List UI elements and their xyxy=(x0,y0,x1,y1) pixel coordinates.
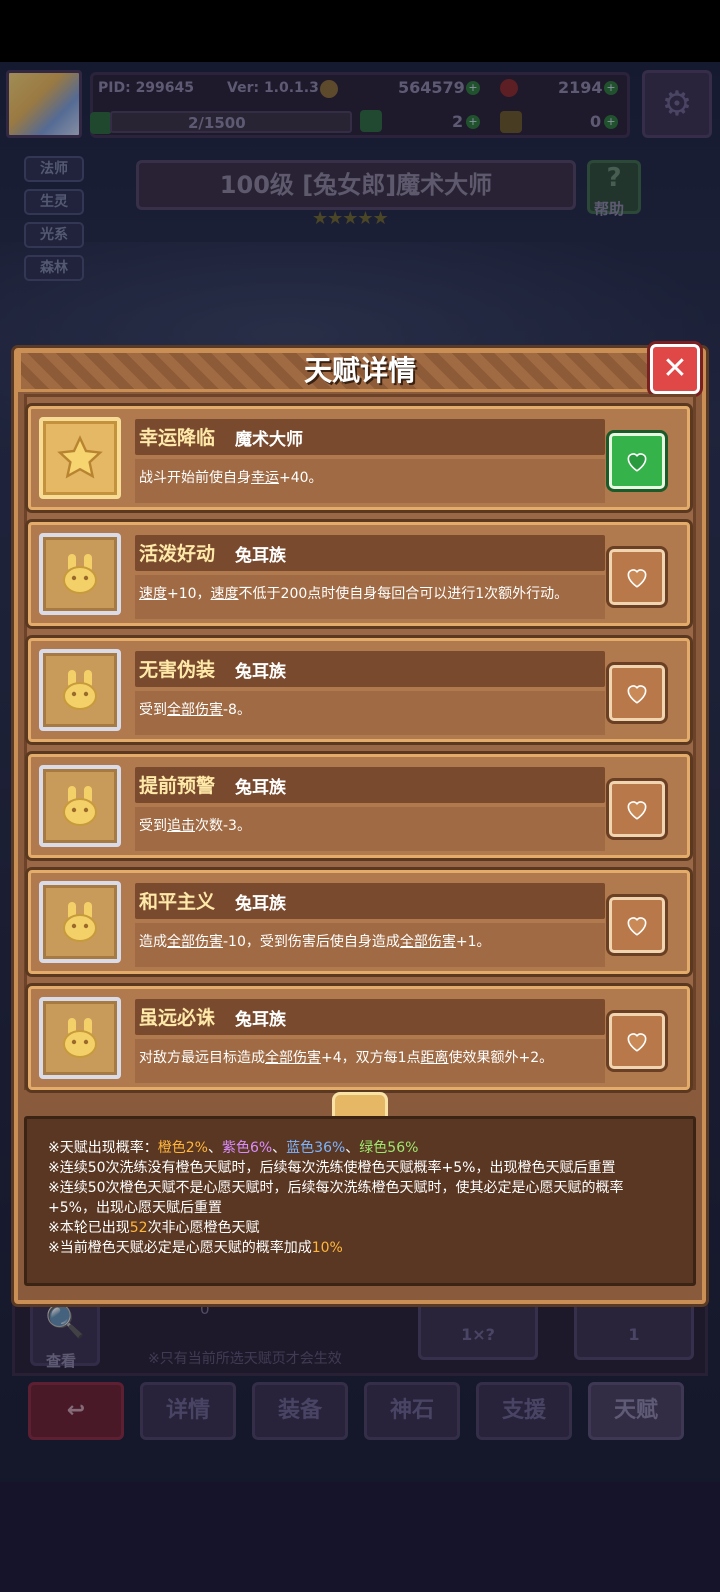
wish-heart-button[interactable] xyxy=(609,665,665,721)
heart-icon xyxy=(624,680,650,706)
wish-heart-button[interactable] xyxy=(609,1013,665,1069)
rabbit-icon xyxy=(39,649,121,731)
talent-description: 受到全部伤害-8。 xyxy=(139,702,251,718)
talent-card[interactable]: 提前预警 兔耳族受到追击次数-3。 xyxy=(28,754,690,858)
talent-name: 和平主义 xyxy=(139,891,216,913)
close-button[interactable]: ✕ xyxy=(650,344,700,394)
talent-card[interactable]: 无害伪装 兔耳族受到全部伤害-8。 xyxy=(28,638,690,742)
talent-card[interactable]: 活泼好动 兔耳族速度+10，速度不低于200点时使自身每回合可以进行1次额外行动。 xyxy=(28,522,690,626)
talent-name: 幸运降临 xyxy=(139,427,216,449)
talent-name: 活泼好动 xyxy=(139,543,216,565)
info-line-wish-bonus: ※当前橙色天赋必定是心愿天赋的概率加成10% xyxy=(48,1240,343,1256)
talent-source: 兔耳族 xyxy=(235,1010,286,1030)
talent-card[interactable]: 和平主义 兔耳族造成全部伤害-10，受到伤害后使自身造成全部伤害+1。 xyxy=(28,870,690,974)
heart-icon xyxy=(624,564,650,590)
wish-heart-button[interactable] xyxy=(609,433,665,489)
talent-source: 兔耳族 xyxy=(235,778,286,798)
talent-name: 虽远必诛 xyxy=(139,1007,216,1029)
close-icon: ✕ xyxy=(662,351,688,386)
rabbit-icon xyxy=(39,881,121,963)
info-line-probability: ※天赋出现概率：橙色2%、紫色6%、蓝色36%、绿色56% xyxy=(48,1140,419,1156)
talent-source: 兔耳族 xyxy=(235,662,286,682)
info-line-wish-pity: ※连续50次橙色天赋不是心愿天赋时，后续每次洗练橙色天赋时，使其必定是心愿天赋的… xyxy=(48,1180,624,1196)
rabbit-icon xyxy=(39,765,121,847)
star-icon xyxy=(39,417,121,499)
heart-icon xyxy=(624,448,650,474)
rabbit-icon xyxy=(39,997,121,1079)
heart-icon xyxy=(624,796,650,822)
talent-card[interactable]: 幸运降临 魔术大师战斗开始前使自身幸运+40。 xyxy=(28,406,690,510)
talent-source: 魔术大师 xyxy=(235,430,303,450)
talent-description: 造成全部伤害-10，受到伤害后使自身造成全部伤害+1。 xyxy=(139,934,491,950)
talent-name: 提前预警 xyxy=(139,775,216,797)
talent-source: 兔耳族 xyxy=(235,546,286,566)
talent-description: 对敌方最远目标造成全部伤害+4，双方每1点距离使效果额外+2。 xyxy=(139,1050,554,1066)
wish-heart-button[interactable] xyxy=(609,897,665,953)
talent-description: 速度+10，速度不低于200点时使自身每回合可以进行1次额外行动。 xyxy=(139,586,569,602)
talent-name: 无害伪装 xyxy=(139,659,216,681)
wish-heart-button[interactable] xyxy=(609,781,665,837)
heart-icon xyxy=(624,1028,650,1054)
wish-heart-button[interactable] xyxy=(609,549,665,605)
info-line-round-count: ※本轮已出现52次非心愿橙色天赋 xyxy=(48,1220,260,1236)
bottom-area xyxy=(0,1482,720,1592)
talent-source: 兔耳族 xyxy=(235,894,286,914)
info-line-orange-pity: ※连续50次洗练没有橙色天赋时，后续每次洗练使橙色天赋概率+5%，出现橙色天赋后… xyxy=(48,1160,616,1176)
talent-description: 受到追击次数-3。 xyxy=(139,818,251,834)
talent-card[interactable]: 虽远必诛 兔耳族对敌方最远目标造成全部伤害+4，双方每1点距离使效果额外+2。 xyxy=(28,986,690,1090)
rabbit-icon xyxy=(39,533,121,615)
talent-description: 战斗开始前使自身幸运+40。 xyxy=(139,470,323,486)
info-line-wish-pity-cont: +5%，出现心愿天赋后重置 xyxy=(48,1200,222,1216)
heart-icon xyxy=(624,912,650,938)
dialog-title: 天赋详情 xyxy=(303,354,416,387)
